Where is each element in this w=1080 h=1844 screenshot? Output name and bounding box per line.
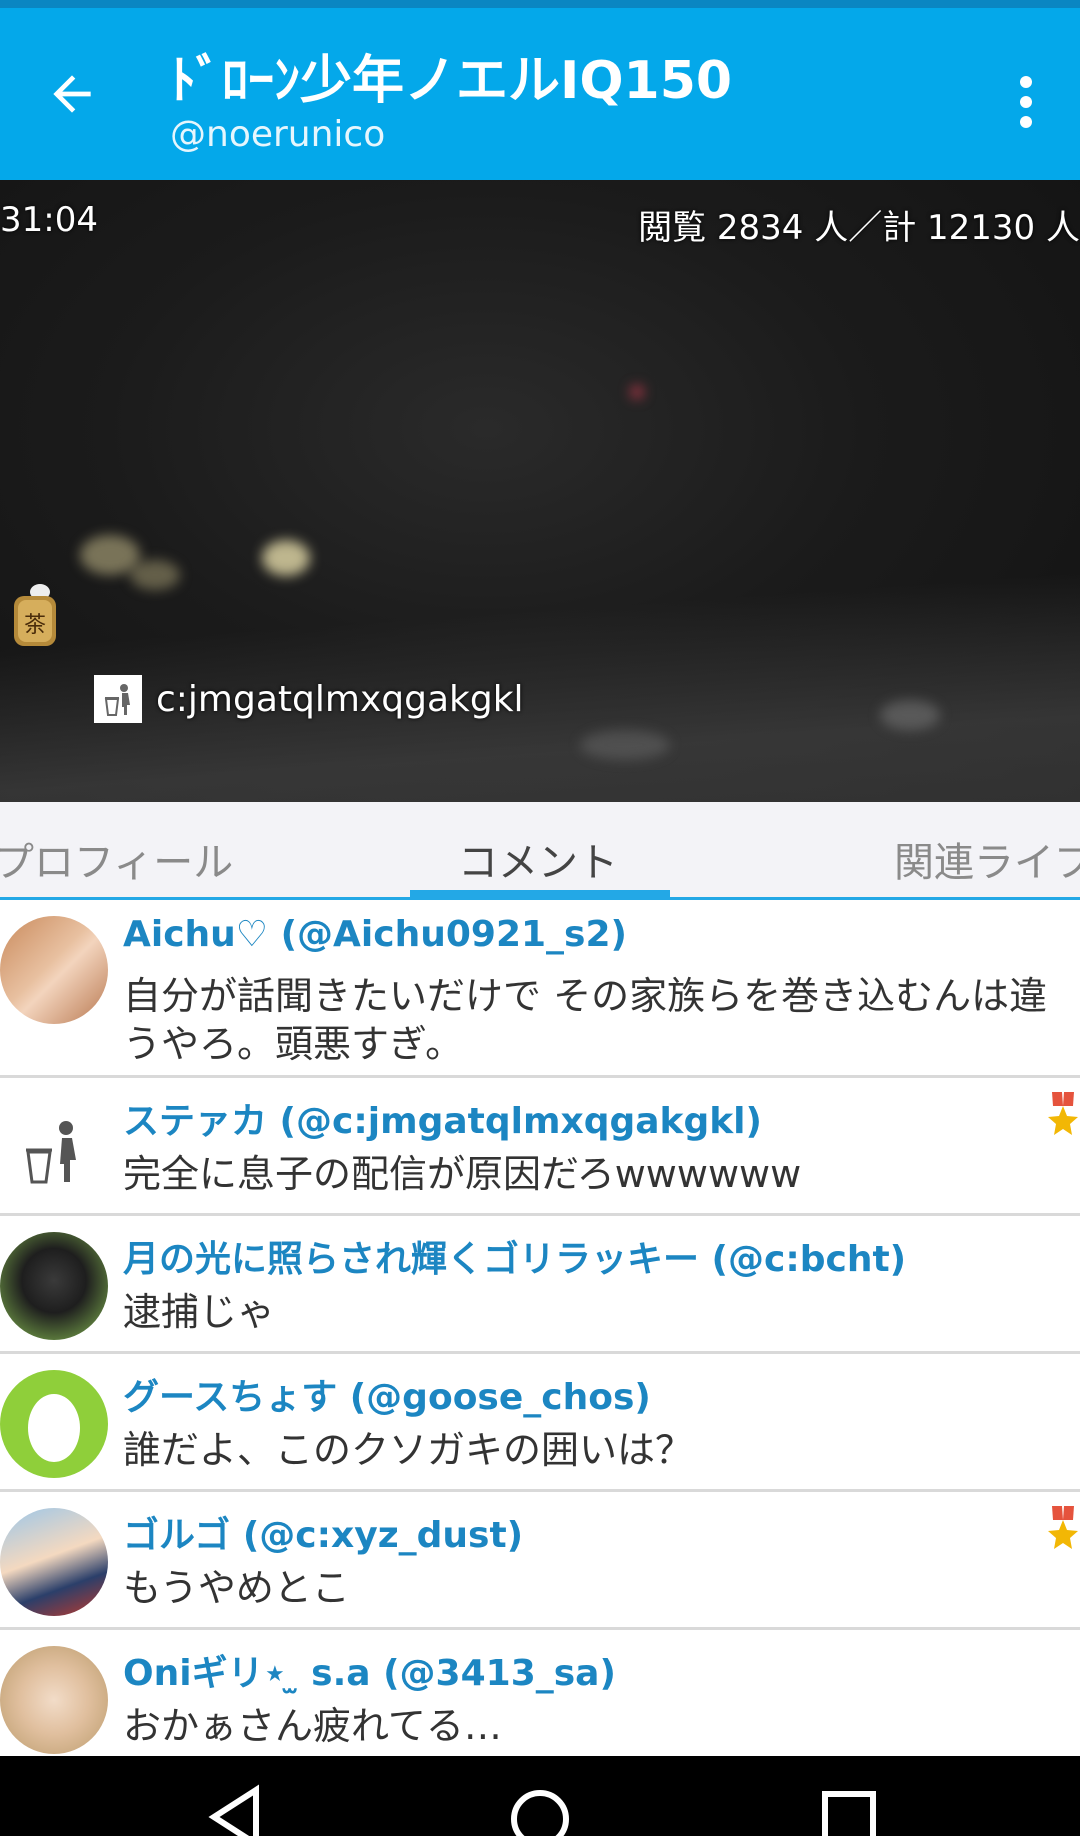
video-scene xyxy=(880,700,940,730)
comment-text: おかぁさん疲れてる… xyxy=(123,1704,502,1748)
comment-item[interactable]: Oniギリ⋆ ̫ s.a (@3413_sa) おかぁさん疲れてる… xyxy=(0,1630,1080,1756)
app-bar: ﾄﾞﾛｰﾝ少年ノエルIQ150 @noerunico xyxy=(0,8,1080,180)
tab-profile[interactable]: プロフィール xyxy=(0,830,233,888)
back-button[interactable] xyxy=(36,58,108,130)
tab-bar: プロフィール コメント 関連ライブ xyxy=(0,802,1080,900)
arrow-left-icon xyxy=(53,75,91,113)
channel-handle: @noerunico xyxy=(170,114,386,155)
comment-item[interactable]: Aichu♡ (@Aichu0921_s2) 自分が話聞きたいだけで その家族ら… xyxy=(0,900,1080,1078)
comment-author[interactable]: Oniギリ⋆ ̫ s.a (@3413_sa) xyxy=(123,1644,616,1696)
trash-user-icon xyxy=(26,1121,76,1184)
comment-text: 誰だよ、このクソガキの囲いは？ xyxy=(123,1428,694,1472)
svg-text:茶: 茶 xyxy=(24,613,46,638)
avatar[interactable] xyxy=(0,1508,108,1616)
egg-icon xyxy=(28,1394,80,1462)
medal-icon xyxy=(1048,1506,1078,1549)
comment-author[interactable]: Aichu♡ (@Aichu0921_s2) xyxy=(123,914,627,955)
more-vert-icon xyxy=(1020,76,1032,128)
page-title: ﾄﾞﾛｰﾝ少年ノエルIQ150 xyxy=(170,51,733,111)
avatar[interactable] xyxy=(0,1232,108,1340)
comment-author[interactable]: グースちょす (@goose_chos) xyxy=(123,1368,651,1420)
medal-icon xyxy=(1048,1092,1078,1135)
comment-text: 逮捕じゃ xyxy=(123,1290,276,1334)
tab-related-live[interactable]: 関連ライブ xyxy=(894,830,1080,888)
active-tab-indicator xyxy=(410,890,670,897)
status-strip xyxy=(0,0,1080,8)
nav-home-icon[interactable] xyxy=(505,1774,575,1844)
video-scene xyxy=(262,540,310,576)
nav-recents-square-icon[interactable] xyxy=(815,1774,885,1844)
system-nav-bar xyxy=(0,1756,1080,1844)
overflow-menu-button[interactable] xyxy=(1000,62,1052,142)
avatar[interactable] xyxy=(0,1646,108,1754)
gift-username: c:jmgatqlmxqgakgkl xyxy=(156,678,524,720)
comment-text: 自分が話聞きたいだけで その家族らを巻き込むんは違うやろ。頭悪すぎ。 xyxy=(123,974,1048,1066)
comment-item[interactable]: 月の光に照らされ輝くゴリラッキー (@c:bcht) 逮捕じゃ xyxy=(0,1216,1080,1354)
comment-item[interactable]: ゴルゴ (@c:xyz_dust) もうやめとこ xyxy=(0,1492,1080,1630)
comment-list[interactable]: Aichu♡ (@Aichu0921_s2) 自分が話聞きたいだけで その家族ら… xyxy=(0,900,1080,1756)
trash-user-icon xyxy=(94,675,142,723)
comment-text: 完全に息子の配信が原因だろwwwwww xyxy=(123,1152,802,1196)
comment-author[interactable]: ステァカ (@c:jmgatqlmxqgakgkl) xyxy=(123,1092,762,1144)
video-scene xyxy=(130,560,180,590)
avatar[interactable] xyxy=(0,1370,108,1478)
tab-comments[interactable]: コメント xyxy=(458,830,618,888)
live-video-player[interactable]: 31:04 閲覧 2834 人／計 12130 人 茶 c:jmgatqlmxq… xyxy=(0,180,1080,802)
avatar[interactable] xyxy=(0,916,108,1024)
avatar[interactable] xyxy=(0,1094,108,1202)
video-scene xyxy=(580,730,670,760)
comment-author[interactable]: ゴルゴ (@c:xyz_dust) xyxy=(123,1506,523,1558)
comment-item[interactable]: グースちょす (@goose_chos) 誰だよ、このクソガキの囲いは？ xyxy=(0,1354,1080,1492)
video-scene xyxy=(630,385,644,399)
comment-text: もうやめとこ xyxy=(123,1566,350,1610)
comment-item[interactable]: ステァカ (@c:jmgatqlmxqgakgkl) 完全に息子の配信が原因だろ… xyxy=(0,1078,1080,1216)
elapsed-time: 31:04 xyxy=(0,200,98,240)
nav-back-triangle-icon[interactable] xyxy=(200,1774,270,1844)
gift-notification: c:jmgatqlmxqgakgkl xyxy=(94,675,524,723)
tea-can-icon[interactable]: 茶 xyxy=(10,582,60,648)
comment-author[interactable]: 月の光に照らされ輝くゴリラッキー (@c:bcht) xyxy=(123,1230,906,1282)
viewer-count: 閲覧 2834 人／計 12130 人 xyxy=(638,208,1080,248)
